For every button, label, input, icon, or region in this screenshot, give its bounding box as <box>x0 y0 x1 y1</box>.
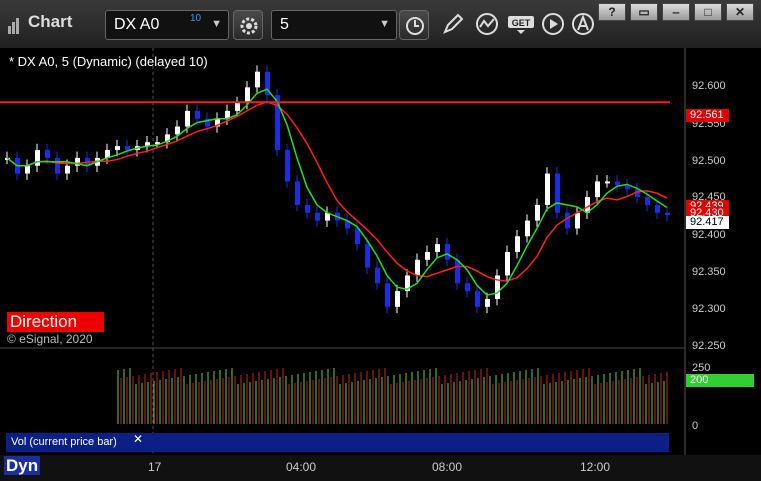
settings-button[interactable] <box>233 10 263 40</box>
candle <box>185 110 190 127</box>
candle <box>475 291 480 307</box>
candle <box>235 103 240 111</box>
candle <box>385 283 390 307</box>
direction-label: Direction <box>7 312 104 332</box>
maximize-button[interactable]: □ <box>694 3 722 21</box>
pencil-icon[interactable] <box>440 11 466 37</box>
close-button[interactable]: ✕ <box>726 3 754 21</box>
price-badge-level: 92.561 <box>686 109 729 122</box>
candle <box>605 181 610 184</box>
price-chart[interactable] <box>0 48 761 455</box>
symbol-input[interactable]: DX A0 10 ▼ <box>105 10 229 40</box>
volume-tick: 0 <box>692 420 699 432</box>
candle <box>25 165 30 174</box>
symbol-value: DX A0 <box>114 16 160 33</box>
volume-bars-group <box>117 368 668 424</box>
candle <box>435 244 440 252</box>
candle <box>305 204 310 213</box>
candle <box>515 236 520 252</box>
minimize-button[interactable]: ‒ <box>662 3 690 21</box>
candle <box>175 126 180 135</box>
app-title-text: Chart <box>28 12 73 31</box>
candle <box>295 181 300 205</box>
symbol-superscript: 10 <box>190 13 202 24</box>
candle <box>115 146 120 151</box>
candle <box>45 150 50 158</box>
green-trend-line <box>6 88 668 296</box>
price-tick: 92.250 <box>692 340 726 352</box>
clock-icon <box>406 17 424 35</box>
chevron-down-icon[interactable]: ▼ <box>379 18 390 30</box>
restore-button[interactable]: ▭ <box>630 3 658 21</box>
candle <box>415 259 420 276</box>
get-icon[interactable]: GET <box>507 11 537 37</box>
dyn-text: Dyn <box>4 456 41 475</box>
red-trend-line <box>6 101 668 282</box>
app-title: Chart <box>8 12 73 34</box>
chart-app-icon <box>8 14 22 34</box>
time-axis <box>0 455 761 481</box>
price-tick: 92.350 <box>692 266 726 278</box>
close-icon[interactable]: ✕ <box>133 432 143 446</box>
price-tick: 92.500 <box>692 155 726 167</box>
candle <box>315 212 320 221</box>
candle <box>575 212 580 229</box>
time-label: 04:00 <box>286 460 317 474</box>
candle <box>395 291 400 307</box>
price-badge-last: 92.417 <box>686 216 729 229</box>
help-button[interactable]: ? <box>598 3 626 21</box>
candle <box>245 87 250 104</box>
candle <box>655 204 660 213</box>
studies-icon[interactable] <box>474 11 502 37</box>
volume-badge: 200 <box>686 374 754 387</box>
volume-label-bar <box>146 433 669 452</box>
dyn-label[interactable]: Dyn <box>4 456 41 476</box>
volume-tick: 250 <box>692 362 711 374</box>
candle <box>425 251 430 260</box>
candle <box>615 181 620 186</box>
chart-caption: * DX A0, 5 (Dynamic) (delayed 10) <box>9 54 208 69</box>
candle <box>525 220 530 237</box>
candle <box>455 259 460 284</box>
price-tick: 92.300 <box>692 303 726 315</box>
candle <box>35 150 40 166</box>
candle <box>65 165 70 174</box>
candle <box>375 267 380 284</box>
candle <box>485 298 490 307</box>
title-bar: Chart DX A0 10 ▼ 5 ▼ GET ? ▭ ‒ □ ✕ <box>0 0 761 49</box>
interval-value: 5 <box>280 16 289 33</box>
alert-icon[interactable] <box>570 11 598 37</box>
svg-text:GET: GET <box>512 18 531 28</box>
play-icon[interactable] <box>540 11 566 37</box>
price-tick: 92.600 <box>692 80 726 92</box>
chevron-down-icon[interactable]: ▼ <box>211 18 222 30</box>
time-label: 12:00 <box>580 460 611 474</box>
candle <box>445 244 450 260</box>
gear-icon <box>240 17 258 35</box>
candle <box>285 150 290 182</box>
candle <box>505 251 510 276</box>
candle <box>565 212 570 229</box>
candle <box>195 110 200 119</box>
time-button[interactable] <box>399 10 429 40</box>
candle <box>365 244 370 268</box>
candle <box>55 157 60 174</box>
candle <box>545 173 550 205</box>
candle <box>595 181 600 198</box>
candle <box>645 197 650 205</box>
candle <box>255 71 260 88</box>
candle <box>535 204 540 221</box>
candle <box>465 283 470 292</box>
candle <box>125 146 130 151</box>
time-label: 17 <box>148 460 162 474</box>
copyright-text: © eSignal, 2020 <box>7 332 93 346</box>
interval-input[interactable]: 5 ▼ <box>271 10 397 40</box>
candle <box>665 212 670 216</box>
price-tick: 92.400 <box>692 229 726 241</box>
time-label: 08:00 <box>432 460 463 474</box>
candle <box>555 173 560 213</box>
volume-label: Vol (current price bar) <box>6 433 146 452</box>
